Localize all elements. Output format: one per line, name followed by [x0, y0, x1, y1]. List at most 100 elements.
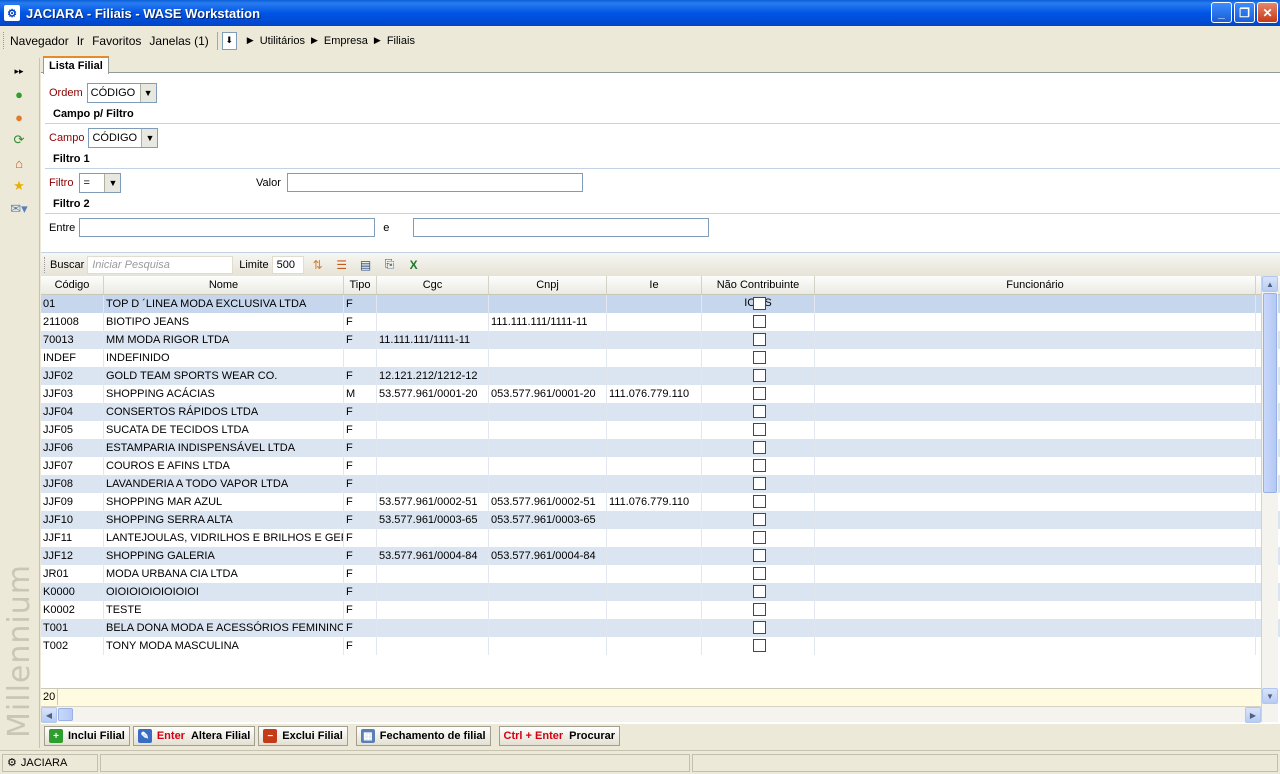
table-row[interactable]: JJF08 LAVANDERIA A TODO VAPOR LTDA F	[41, 475, 1280, 493]
ordem-select[interactable]: CÓDIGO ▼	[86, 83, 157, 103]
breadcrumb-filiais[interactable]: Filiais	[387, 35, 415, 47]
table-row[interactable]: JJF06 ESTAMPARIA INDISPENSÁVEL LTDA F	[41, 439, 1280, 457]
nao-contribuinte-checkbox-cell[interactable]	[702, 385, 815, 403]
chart-icon[interactable]: ▤	[356, 255, 376, 275]
nao-contribuinte-checkbox[interactable]	[752, 621, 766, 634]
mail-icon[interactable]: ✉▾	[8, 199, 30, 219]
tab-lista-filial[interactable]: Lista Filial	[43, 56, 109, 74]
nao-contribuinte-checkbox[interactable]	[752, 639, 766, 652]
nao-contribuinte-checkbox[interactable]	[752, 387, 766, 400]
nao-contribuinte-checkbox[interactable]	[752, 567, 766, 580]
table-row[interactable]: K0002 TESTE F	[41, 601, 1280, 619]
minimize-button[interactable]: _	[1211, 2, 1232, 23]
nao-contribuinte-checkbox[interactable]	[752, 585, 766, 598]
nao-contribuinte-checkbox-cell[interactable]	[702, 295, 815, 313]
altera-filial-button[interactable]: ✎ Enter Altera Filial	[132, 726, 256, 746]
nao-contribuinte-checkbox[interactable]	[752, 297, 766, 310]
nao-contribuinte-checkbox[interactable]	[752, 477, 766, 490]
close-button[interactable]: ✕	[1257, 2, 1278, 23]
column-header-cgc[interactable]: Cgc	[377, 276, 489, 294]
vertical-scroll-thumb[interactable]	[1263, 293, 1277, 493]
nao-contribuinte-checkbox-cell[interactable]	[702, 547, 815, 565]
nao-contribuinte-checkbox-cell[interactable]	[702, 331, 815, 349]
nao-contribuinte-checkbox[interactable]	[752, 441, 766, 454]
nao-contribuinte-checkbox[interactable]	[752, 315, 766, 328]
breadcrumb-empresa[interactable]: Empresa	[324, 35, 368, 47]
menu-ir[interactable]: Ir	[73, 34, 88, 48]
chevron-down-icon[interactable]: ▼	[141, 129, 158, 147]
entre-to-input[interactable]	[413, 218, 710, 237]
table-row[interactable]: JJF02 GOLD TEAM SPORTS WEAR CO. F 12.121.21…	[41, 367, 1280, 385]
nao-contribuinte-checkbox-cell[interactable]	[702, 457, 815, 475]
nao-contribuinte-checkbox-cell[interactable]	[702, 349, 815, 367]
table-row[interactable]: 211008 BIOTIPO JEANS F 111.111.111/1111-11	[41, 313, 1280, 331]
scroll-up-icon[interactable]: ▲	[1262, 276, 1278, 292]
nao-contribuinte-checkbox-cell[interactable]	[702, 529, 815, 547]
columns-icon[interactable]: ☰	[332, 255, 352, 275]
chevron-down-icon[interactable]: ▼	[139, 84, 156, 102]
table-row[interactable]: JJF05 SUCATA DE TECIDOS LTDA F	[41, 421, 1280, 439]
nao-contribuinte-checkbox-cell[interactable]	[702, 619, 815, 637]
limite-input[interactable]: 500	[271, 255, 304, 274]
nao-contribuinte-checkbox-cell[interactable]	[702, 421, 815, 439]
nao-contribuinte-checkbox[interactable]	[752, 459, 766, 472]
nao-contribuinte-checkbox[interactable]	[752, 513, 766, 526]
table-row[interactable]: JJF10 SHOPPING SERRA ALTA F 53.577.961/0003…	[41, 511, 1280, 529]
back-icon[interactable]: ●	[8, 107, 30, 127]
nao-contribuinte-checkbox[interactable]	[752, 549, 766, 562]
table-row[interactable]: JJF03 SHOPPING ACÁCIAS M 53.577.961/0001-20…	[41, 385, 1280, 403]
campo-select[interactable]: CÓDIGO ▼	[88, 128, 159, 148]
fechamento-filial-button[interactable]: ▦ Fechamento de filial	[355, 726, 491, 746]
nao-contribuinte-checkbox-cell[interactable]	[702, 637, 815, 655]
nao-contribuinte-checkbox[interactable]	[752, 495, 766, 508]
chevron-down-icon[interactable]: ▼	[104, 174, 121, 192]
exclui-filial-button[interactable]: − Exclui Filial	[258, 726, 348, 746]
nao-contribuinte-checkbox[interactable]	[752, 333, 766, 346]
nao-contribuinte-checkbox-cell[interactable]	[702, 313, 815, 331]
horizontal-scrollbar[interactable]: ◀ ▶	[41, 706, 1261, 723]
maximize-button[interactable]: ❐	[1234, 2, 1255, 23]
horizontal-scroll-thumb[interactable]	[58, 708, 73, 721]
home-icon[interactable]: ⌂	[8, 153, 30, 173]
entre-from-input[interactable]	[79, 218, 376, 237]
nao-contribuinte-checkbox-cell[interactable]	[702, 367, 815, 385]
column-header-nome[interactable]: Nome	[104, 276, 344, 294]
scroll-left-icon[interactable]: ◀	[41, 707, 57, 723]
menu-favoritos[interactable]: Favoritos	[88, 34, 145, 48]
column-header-cnpj[interactable]: Cnpj	[489, 276, 607, 294]
table-row[interactable]: JJF07 COUROS E AFINS LTDA F	[41, 457, 1280, 475]
nao-contribuinte-checkbox[interactable]	[752, 531, 766, 544]
table-row[interactable]: JJF12 SHOPPING GALERIA F 53.577.961/0004-84…	[41, 547, 1280, 565]
nao-contribuinte-checkbox[interactable]	[752, 351, 766, 364]
column-header-nao-contribuinte[interactable]: Não Contribuinte ICMS	[702, 276, 815, 309]
nao-contribuinte-checkbox[interactable]	[752, 369, 766, 382]
filtro-operator-select[interactable]: = ▼	[79, 173, 122, 193]
table-row[interactable]: INDEF INDEFINIDO	[41, 349, 1280, 367]
menu-navegador[interactable]: Navegador	[6, 34, 73, 48]
table-row[interactable]: JJF04 CONSERTOS RÁPIDOS LTDA F	[41, 403, 1280, 421]
column-header-ie[interactable]: Ie	[607, 276, 702, 294]
table-row[interactable]: T001 BELA DONA MODA E ACESSÓRIOS FEMININO…	[41, 619, 1280, 637]
nao-contribuinte-checkbox-cell[interactable]	[702, 583, 815, 601]
sort-icon[interactable]: ⇅	[308, 255, 328, 275]
nao-contribuinte-checkbox-cell[interactable]	[702, 601, 815, 619]
nao-contribuinte-checkbox-cell[interactable]	[702, 493, 815, 511]
breadcrumb-utilitarios[interactable]: Utilitários	[260, 35, 305, 47]
table-row[interactable]: JJF11 LANTEJOULAS, VIDRILHOS E BRILHOS E …	[41, 529, 1280, 547]
table-row[interactable]: JR01 MODA URBANA CIA LTDA F	[41, 565, 1280, 583]
table-row[interactable]: 70013 MM MODA RIGOR LTDA F 11.111.111/1111-…	[41, 331, 1280, 349]
nao-contribuinte-checkbox-cell[interactable]	[702, 475, 815, 493]
export-icon[interactable]: ⎘	[380, 255, 400, 275]
valor-input[interactable]	[286, 173, 583, 192]
history-dropdown-button[interactable]: ⬇	[221, 31, 237, 50]
refresh-icon[interactable]: ⟳	[8, 130, 30, 150]
nao-contribuinte-checkbox-cell[interactable]	[702, 511, 815, 529]
scroll-down-icon[interactable]: ▼	[1262, 688, 1278, 704]
menu-janelas[interactable]: Janelas (1)	[145, 34, 212, 48]
column-header-tipo[interactable]: Tipo	[344, 276, 377, 294]
nao-contribuinte-checkbox[interactable]	[752, 405, 766, 418]
expand-icon[interactable]: ▸▸	[8, 61, 30, 81]
table-row[interactable]: T002 TONY MODA MASCULINA F	[41, 637, 1280, 655]
nao-contribuinte-checkbox-cell[interactable]	[702, 439, 815, 457]
forward-icon[interactable]: ●	[8, 84, 30, 104]
